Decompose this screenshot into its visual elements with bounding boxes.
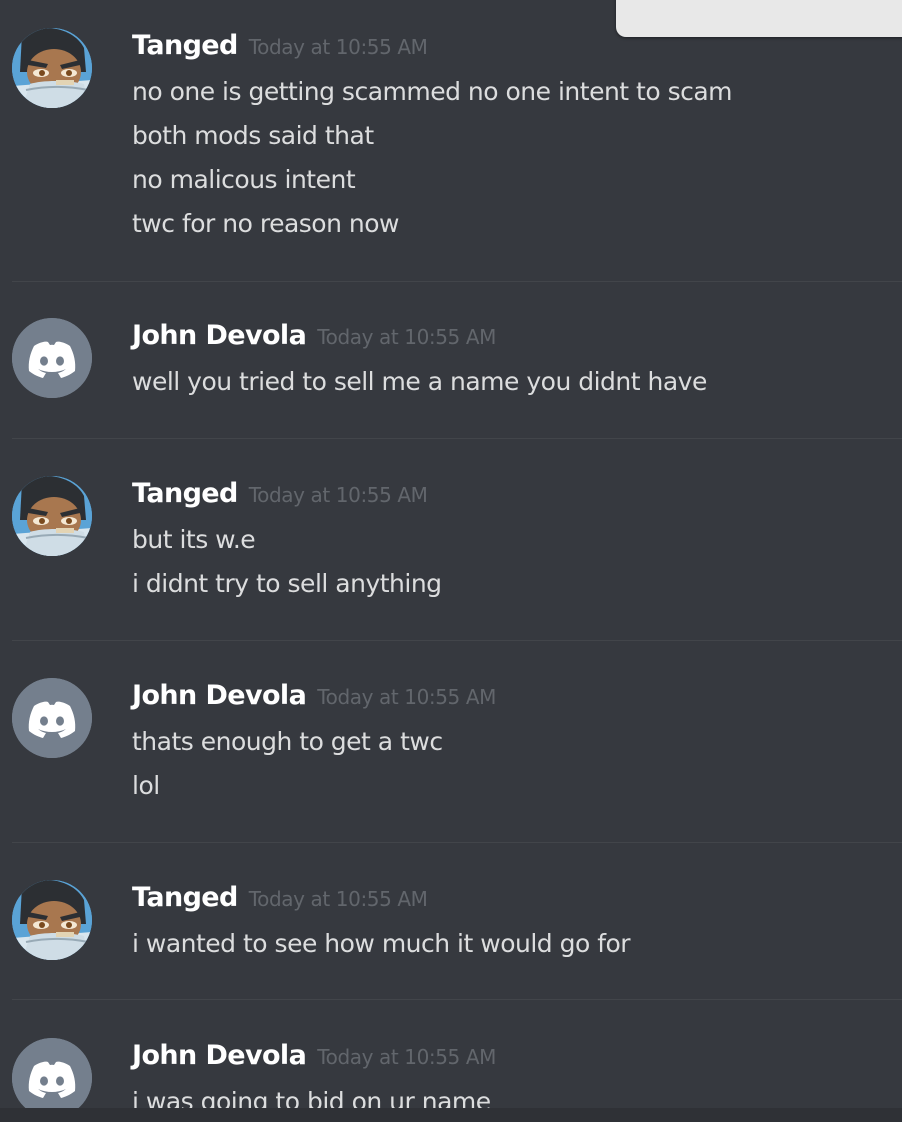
username[interactable]: John Devola — [132, 320, 307, 351]
username[interactable]: Tanged — [132, 478, 238, 509]
message-line: no malicous intent — [132, 165, 356, 194]
message-header: Tanged Today at 10:55 AM — [132, 478, 428, 509]
username[interactable]: John Devola — [132, 1040, 307, 1071]
message-header: Tanged Today at 10:55 AM — [132, 30, 428, 61]
discord-default-avatar[interactable] — [12, 678, 92, 758]
message-header: John Devola Today at 10:55 AM — [132, 1040, 496, 1071]
message-line: i was going to bid on ur name — [132, 1087, 491, 1108]
timestamp[interactable]: Today at 10:55 AM — [317, 1045, 496, 1069]
tanged-avatar[interactable] — [12, 28, 92, 108]
message-list: Tanged Today at 10:55 AM no one is gettin… — [0, 0, 902, 1108]
timestamp[interactable]: Today at 10:55 AM — [317, 685, 496, 709]
timestamp[interactable]: Today at 10:55 AM — [249, 35, 428, 59]
username[interactable]: John Devola — [132, 680, 307, 711]
message-line: lol — [132, 771, 160, 800]
chat-bottom-edge — [0, 1108, 902, 1122]
timestamp[interactable]: Today at 10:55 AM — [249, 887, 428, 911]
timestamp[interactable]: Today at 10:55 AM — [249, 483, 428, 507]
message-line: thats enough to get a twc — [132, 727, 443, 756]
message-line: i wanted to see how much it would go for — [132, 929, 631, 958]
message-header: John Devola Today at 10:55 AM — [132, 680, 496, 711]
message-line: but its w.e — [132, 525, 256, 554]
tanged-avatar[interactable] — [12, 880, 92, 960]
message-divider — [12, 281, 902, 282]
message-line: no one is getting scammed no one intent … — [132, 77, 733, 106]
message-line: both mods said that — [132, 121, 374, 150]
username[interactable]: Tanged — [132, 30, 238, 61]
discord-default-avatar[interactable] — [12, 318, 92, 398]
message-divider — [12, 640, 902, 641]
message-divider — [12, 842, 902, 843]
message-divider — [12, 438, 902, 439]
message-line: i didnt try to sell anything — [132, 569, 442, 598]
popup-menu-corner — [616, 0, 902, 37]
message-header: Tanged Today at 10:55 AM — [132, 882, 428, 913]
message-line: twc for no reason now — [132, 209, 399, 238]
timestamp[interactable]: Today at 10:55 AM — [317, 325, 496, 349]
message-line: well you tried to sell me a name you did… — [132, 367, 707, 396]
discord-default-avatar[interactable] — [12, 1038, 92, 1108]
username[interactable]: Tanged — [132, 882, 238, 913]
message-divider — [12, 999, 902, 1000]
tanged-avatar[interactable] — [12, 476, 92, 556]
message-header: John Devola Today at 10:55 AM — [132, 320, 496, 351]
